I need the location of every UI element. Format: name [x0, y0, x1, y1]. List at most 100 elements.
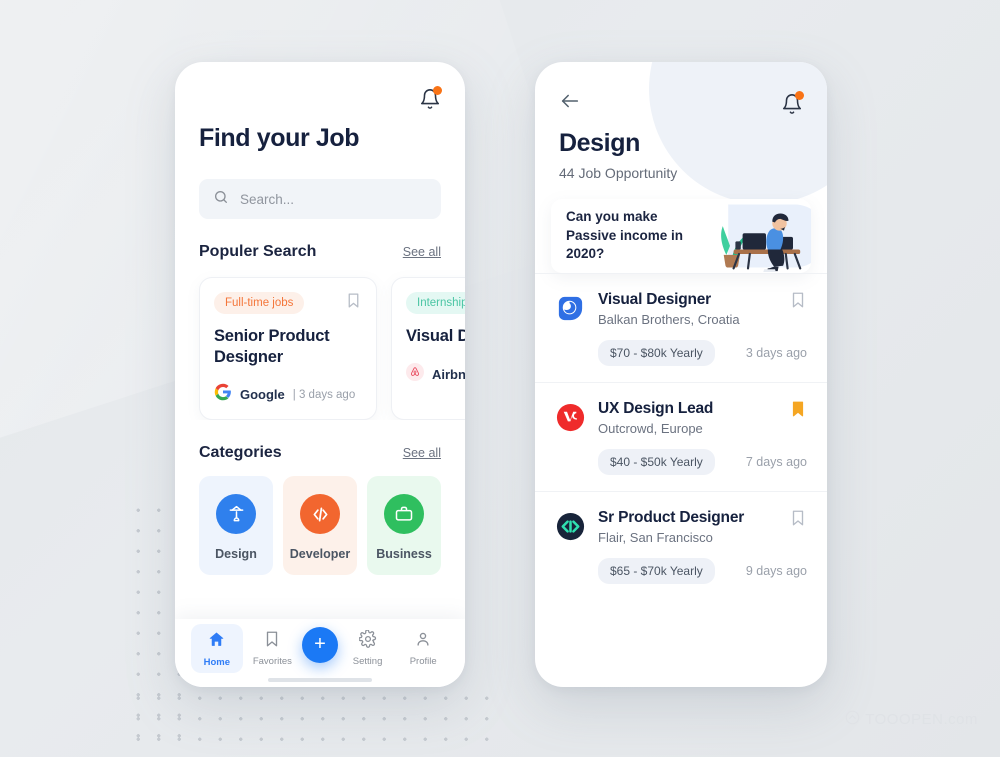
popular-search-header: Populer Search See all	[175, 243, 465, 261]
job-item-salary: $40 - $50k Yearly	[598, 449, 715, 475]
tooopen-logo-icon	[845, 710, 860, 729]
dot-pattern-bottom	[126, 686, 498, 756]
bookmark-icon[interactable]	[345, 292, 362, 314]
categories-list: Design Developer Business	[175, 462, 465, 576]
search-input[interactable]: Search...	[199, 179, 441, 219]
job-card-company: Google	[240, 387, 285, 403]
left-top-bar	[175, 62, 465, 110]
job-item-main: Visual Designer Balkan Brothers, Croatia	[555, 291, 807, 327]
bell-icon[interactable]	[781, 90, 804, 115]
job-list-item[interactable]: UX Design Lead Outcrowd, Europe $40 - $5…	[535, 382, 827, 491]
notification-badge	[795, 90, 804, 100]
job-type-tag: Internship	[406, 292, 465, 314]
popular-see-all-link[interactable]: See all	[403, 245, 441, 259]
job-item-title: Sr Product Designer	[598, 509, 745, 526]
back-arrow-icon[interactable]	[559, 90, 581, 117]
job-item-company: Outcrowd, Europe	[598, 421, 703, 436]
screenshot-canvas: Find your Job Search... Populer Search S…	[0, 0, 1000, 757]
nav-label: Favorites	[252, 656, 292, 667]
job-card-title: Visual Designer	[406, 327, 465, 345]
add-job-fab[interactable]: +	[301, 627, 338, 663]
category-design[interactable]: Design	[199, 476, 273, 576]
nav-label: Profile	[409, 656, 437, 667]
nav-label: Setting	[352, 656, 383, 667]
job-card[interactable]: Internship Visual Designer	[391, 277, 465, 421]
bookmark-icon[interactable]	[789, 291, 807, 314]
watermark: TOOOPEN.com	[845, 710, 978, 729]
page-title: Find your Job	[199, 124, 360, 152]
right-top-bar	[535, 62, 827, 117]
job-item-texts: Visual Designer Balkan Brothers, Croatia	[598, 291, 777, 327]
home-icon	[207, 632, 226, 653]
job-item-footer: $40 - $50k Yearly 7 days ago	[555, 449, 807, 475]
job-list-item[interactable]: Visual Designer Balkan Brothers, Croatia…	[535, 273, 827, 382]
google-logo	[214, 383, 232, 406]
job-card-posted: | 3 days ago	[292, 388, 356, 401]
job-item-texts: UX Design Lead Outcrowd, Europe	[598, 400, 777, 436]
home-indicator-bar	[268, 678, 372, 682]
job-card-footer: Airbnb | 5 days ago	[406, 362, 465, 386]
bell-icon[interactable]	[419, 86, 442, 110]
bookmark-icon[interactable]	[789, 509, 807, 532]
notification-badge	[433, 86, 442, 95]
job-card-company: Airbnb	[432, 366, 465, 382]
job-item-salary: $65 - $70k Yearly	[598, 558, 715, 584]
briefcase-icon	[384, 494, 424, 535]
job-count-subtitle: 44 Job Opportunity	[559, 165, 678, 181]
gear-icon	[358, 629, 377, 652]
job-item-posted: 7 days ago	[745, 455, 807, 469]
job-card[interactable]: Full-time jobs Senior Product Designer G…	[199, 277, 377, 421]
job-item-texts: Sr Product Designer Flair, San Francisco	[598, 509, 777, 545]
job-item-salary: $70 - $80k Yearly	[598, 340, 715, 366]
job-item-company: Flair, San Francisco	[598, 530, 713, 545]
job-item-title: Visual Designer	[598, 291, 712, 308]
person-icon	[414, 632, 432, 652]
job-item-company: Balkan Brothers, Croatia	[598, 312, 740, 327]
popular-search-title: Populer Search	[199, 243, 317, 260]
popular-search-list[interactable]: Full-time jobs Senior Product Designer G…	[175, 261, 465, 421]
nav-item-setting[interactable]: Setting	[342, 624, 394, 672]
page-title: Design	[559, 129, 640, 157]
job-item-main: UX Design Lead Outcrowd, Europe	[555, 400, 807, 436]
nav-item-profile[interactable]: Profile	[397, 624, 449, 672]
phone-mockup-home: Find your Job Search... Populer Search S…	[175, 62, 465, 687]
phone-mockup-design-list: Design 44 Job Opportunity Can you make P…	[535, 62, 827, 687]
airbnb-logo	[406, 362, 424, 386]
search-icon	[213, 189, 229, 210]
categories-title: Categories	[199, 444, 282, 462]
categories-header: Categories See all	[175, 444, 465, 462]
job-list-item[interactable]: Sr Product Designer Flair, San Francisco…	[535, 491, 827, 600]
job-type-tag: Full-time jobs	[214, 292, 305, 314]
search-placeholder-text: Search...	[240, 191, 295, 207]
job-item-footer: $65 - $70k Yearly 9 days ago	[555, 558, 807, 584]
job-item-posted: 3 days ago	[745, 346, 807, 360]
job-item-main: Sr Product Designer Flair, San Francisco	[555, 509, 807, 545]
pen-tool-icon	[216, 494, 256, 535]
outcrowd-logo	[555, 402, 586, 433]
categories-see-all-link[interactable]: See all	[403, 446, 441, 460]
job-card-top: Internship	[406, 292, 465, 314]
nav-label: Home	[203, 656, 230, 668]
job-card-title: Senior Product Designer	[214, 327, 330, 366]
job-item-footer: $70 - $80k Yearly 3 days ago	[555, 340, 807, 366]
watermark-text: TOOOPEN.com	[865, 711, 978, 728]
nav-item-favorites[interactable]: Favorites	[246, 624, 298, 672]
code-icon	[300, 494, 340, 535]
category-label: Business	[376, 547, 432, 562]
category-label: Design	[215, 547, 257, 562]
job-card-top: Full-time jobs	[214, 292, 362, 314]
person-at-desk-illustration	[703, 199, 811, 273]
nav-item-home[interactable]: Home	[190, 623, 243, 673]
bottom-navigation: Home Favorites + Setting Profile	[175, 619, 465, 687]
flair-logo	[555, 511, 586, 542]
category-business[interactable]: Business	[367, 476, 441, 576]
balkan-brothers-logo	[555, 293, 586, 324]
promo-banner-text: Can you make Passive income in 2020?	[566, 209, 684, 262]
category-label: Developer	[289, 547, 351, 562]
job-card-footer: Google | 3 days ago	[214, 383, 362, 406]
bookmark-icon	[263, 631, 281, 652]
job-item-posted: 9 days ago	[745, 564, 807, 578]
promo-banner[interactable]: Can you make Passive income in 2020?	[551, 199, 811, 273]
category-developer[interactable]: Developer	[283, 476, 357, 576]
bookmark-icon[interactable]	[789, 400, 807, 423]
